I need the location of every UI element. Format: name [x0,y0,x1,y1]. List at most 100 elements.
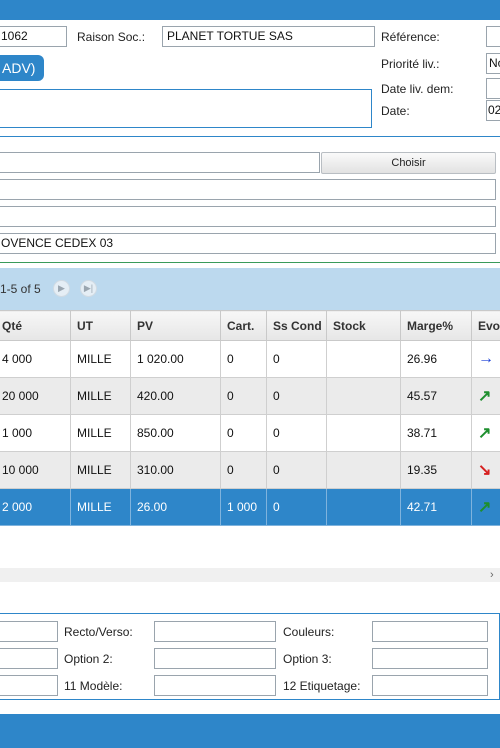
cell-pv: 420.00 [130,377,221,415]
evolution-arrow-icon: ↗ [478,499,492,516]
cell-pv: 850.00 [130,414,221,452]
option3-label: Option 3: [283,652,332,666]
cell-cart: 0 [220,451,267,489]
cell-stock [326,451,401,489]
option-left-field-1[interactable] [0,621,58,642]
table-header-row: Qté UT PV Cart. Ss Cond Stock Marge% Evo [0,310,500,341]
table-row[interactable]: 1 000 MILLE 850.00 0 0 38.71 ↗ [0,414,500,452]
cell-qte: 2 000 [0,488,71,526]
column-header-marge[interactable]: Marge% [400,310,472,341]
cell-cart: 0 [220,414,267,452]
cell-ut: MILLE [70,451,131,489]
order-lines-table: Qté UT PV Cart. Ss Cond Stock Marge% Evo… [0,310,500,526]
bottom-bar [0,714,500,748]
cell-qte: 1 000 [0,414,71,452]
cell-stock [326,488,401,526]
table-row[interactable]: 4 000 MILLE 1 020.00 0 0 26.96 → [0,340,500,378]
option-left-field-3[interactable] [0,675,58,696]
cell-qte: 10 000 [0,451,71,489]
column-header-sscond[interactable]: Ss Cond [266,310,327,341]
cell-sscond: 0 [266,488,327,526]
cell-cart: 0 [220,340,267,378]
column-header-ut[interactable]: UT [70,310,131,341]
etiquetage-field[interactable] [372,675,488,696]
cell-pv: 1 020.00 [130,340,221,378]
cell-cart: 1 000 [220,488,267,526]
date-liv-dem-label: Date liv. dem: [381,82,454,96]
column-header-cart[interactable]: Cart. [220,310,267,341]
table-row[interactable]: 20 000 MILLE 420.00 0 0 45.57 ↗ [0,377,500,415]
raison-soc-field[interactable]: PLANET TORTUE SAS [162,26,375,47]
address-city-field[interactable]: OVENCE CEDEX 03 [0,233,496,254]
cell-stock [326,340,401,378]
modele-field[interactable] [154,675,276,696]
cell-marge: 26.96 [400,340,472,378]
option-left-field-2[interactable] [0,648,58,669]
reference-field[interactable] [486,26,500,47]
option3-field[interactable] [372,648,488,669]
next-page-icon[interactable]: ▶ [53,280,70,297]
address-line3-field[interactable] [0,206,496,227]
cell-evo: ↗ [471,488,500,526]
header-separator [0,136,500,137]
cell-sscond: 0 [266,414,327,452]
cell-marge: 45.57 [400,377,472,415]
column-header-stock[interactable]: Stock [326,310,401,341]
cell-evo: → [471,340,500,378]
address-separator [0,262,500,263]
cell-ut: MILLE [70,414,131,452]
cell-qte: 4 000 [0,340,71,378]
horizontal-scrollbar[interactable] [0,568,500,582]
cell-evo: ↗ [471,377,500,415]
cell-sscond: 0 [266,377,327,415]
cell-stock [326,377,401,415]
cell-marge: 19.35 [400,451,472,489]
evolution-arrow-icon: ↘ [478,462,492,479]
option2-label: Option 2: [64,652,113,666]
recto-verso-field[interactable] [154,621,276,642]
evolution-arrow-icon: ↗ [478,425,492,442]
address-line1-field[interactable] [0,152,320,173]
comment-textarea[interactable] [0,89,372,128]
evolution-arrow-icon: → [478,350,494,367]
cell-sscond: 0 [266,340,327,378]
grid-pager [0,268,500,310]
cell-qte: 20 000 [0,377,71,415]
cell-pv: 310.00 [130,451,221,489]
cell-evo: ↘ [471,451,500,489]
cell-ut: MILLE [70,340,131,378]
cell-marge: 42.71 [400,488,472,526]
choose-address-button[interactable]: Choisir [321,152,496,174]
column-header-pv[interactable]: PV [130,310,221,341]
date-field[interactable]: 02 [486,100,500,121]
date-liv-dem-field[interactable] [486,78,500,99]
modele-label: 11 Modèle: [64,679,123,693]
priorite-select[interactable]: No [486,53,500,74]
cell-ut: MILLE [70,377,131,415]
couleurs-field[interactable] [372,621,488,642]
priorite-label: Priorité liv.: [381,57,440,71]
scroll-right-icon[interactable]: › [490,568,494,582]
cell-cart: 0 [220,377,267,415]
table-row-selected[interactable]: 2 000 MILLE 26.00 1 000 0 42.71 ↗ [0,488,500,526]
date-label: Date: [381,104,410,118]
column-header-evo[interactable]: Evo [471,310,500,341]
column-header-qte[interactable]: Qté [0,310,71,341]
recto-verso-label: Recto/Verso: [64,625,133,639]
top-bar [0,0,500,20]
pager-range-text: 1-5 of 5 [0,282,41,296]
cell-stock [326,414,401,452]
adv-tab[interactable]: ADV) [0,55,44,81]
raison-soc-label: Raison Soc.: [77,30,146,44]
cell-ut: MILLE [70,488,131,526]
last-page-icon[interactable]: ▶| [80,280,97,297]
couleurs-label: Couleurs: [283,625,335,639]
cell-pv: 26.00 [130,488,221,526]
client-code-field[interactable]: 1062 [0,26,67,47]
cell-sscond: 0 [266,451,327,489]
address-line2-field[interactable] [0,179,496,200]
cell-marge: 38.71 [400,414,472,452]
reference-label: Référence: [381,30,440,44]
option2-field[interactable] [154,648,276,669]
table-row[interactable]: 10 000 MILLE 310.00 0 0 19.35 ↘ [0,451,500,489]
